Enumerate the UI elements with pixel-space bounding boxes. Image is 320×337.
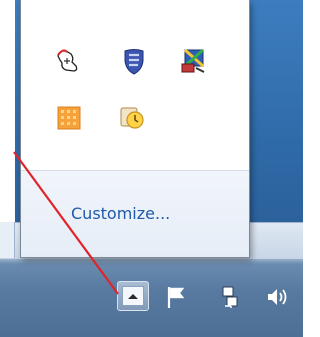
taskbar — [0, 258, 303, 337]
window-scrollbar — [0, 222, 15, 258]
customize-link[interactable]: Customize... — [71, 204, 170, 223]
volume-icon[interactable] — [262, 282, 292, 312]
action-center-flag-icon[interactable] — [162, 282, 192, 312]
mouse-icon[interactable] — [52, 44, 86, 78]
outlook-reminder-icon[interactable] — [115, 101, 149, 135]
show-hidden-icons-button[interactable] — [117, 281, 149, 311]
taskbar-gloss — [0, 258, 303, 264]
hidden-icons-flyout: Customize... — [20, 0, 250, 258]
network-icon[interactable] — [215, 282, 245, 312]
network-tool-icon[interactable] — [177, 44, 211, 78]
chevron-up-icon — [122, 286, 144, 306]
window-edge — [0, 0, 15, 260]
security-shield-icon[interactable] — [117, 44, 151, 78]
office-grid-icon[interactable] — [52, 101, 86, 135]
